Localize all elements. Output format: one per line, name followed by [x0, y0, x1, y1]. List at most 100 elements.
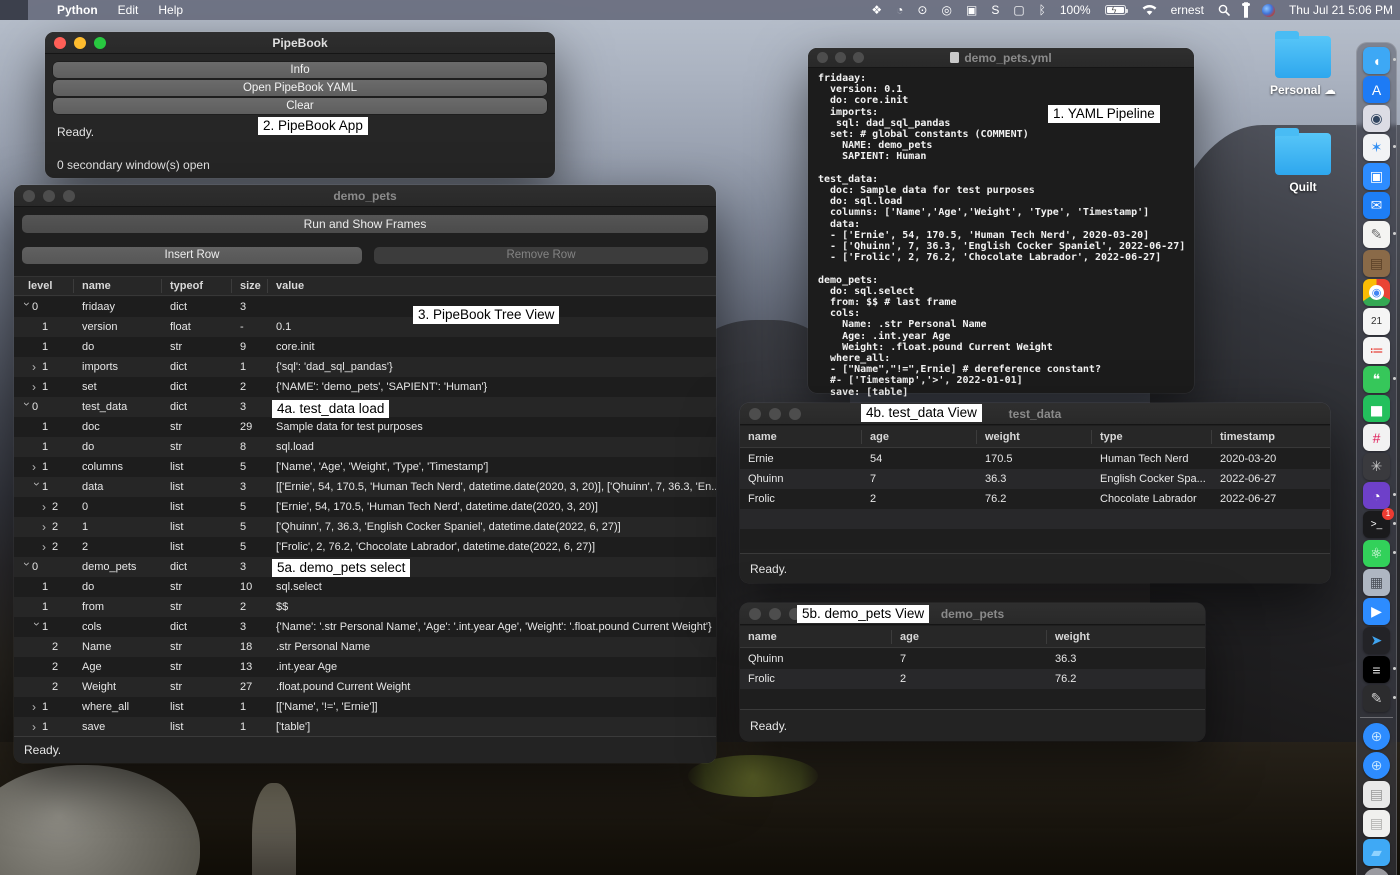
column-header-value[interactable]: value	[268, 279, 716, 293]
dock-github-icon[interactable]: ◔	[1363, 482, 1390, 509]
zoom-button[interactable]	[853, 52, 864, 63]
disclosure-right-icon[interactable]: ›	[32, 362, 42, 372]
column-header-level[interactable]: level	[14, 279, 74, 293]
desktop-folder-quilt[interactable]: Quilt	[1264, 133, 1342, 194]
tree-row[interactable]: 1versionfloat-0.1	[14, 317, 716, 337]
tree-row[interactable]: 1docstr29Sample data for test purposes	[14, 417, 716, 437]
disclosure-down-icon[interactable]: ›	[22, 302, 32, 312]
close-button[interactable]	[817, 52, 828, 63]
close-button[interactable]	[54, 37, 66, 49]
menu-help[interactable]: Help	[148, 3, 193, 17]
disclosure-down-icon[interactable]: ›	[22, 562, 32, 572]
table-row[interactable]: Qhuinn736.3English Cocker Spa...2022-06-…	[740, 469, 1330, 489]
tree-row[interactable]: 2Namestr18.str Personal Name	[14, 637, 716, 657]
open-pipebook-yaml-button[interactable]: Open PipeBook YAML	[53, 80, 547, 96]
dock-charts-green-icon[interactable]: ▅	[1363, 395, 1390, 422]
minimize-button[interactable]	[74, 37, 86, 49]
table-row[interactable]: Frolic276.2Chocolate Labrador2022-06-27	[740, 489, 1330, 509]
column-header-name[interactable]: name	[740, 430, 862, 444]
testdata-titlebar[interactable]: test_data	[740, 403, 1330, 425]
dock-atom-green-icon[interactable]: ⚛	[1363, 540, 1390, 567]
column-header-size[interactable]: size	[232, 279, 268, 293]
dock-web-link-2-icon[interactable]: ⊕	[1363, 752, 1390, 779]
dock-zoom-recorder-icon[interactable]: ▶	[1363, 598, 1390, 625]
clear-button[interactable]: Clear	[53, 98, 547, 114]
tree-row[interactable]: ›1setdict2{'NAME': 'demo_pets', 'SAPIENT…	[14, 377, 716, 397]
disclosure-right-icon[interactable]: ›	[42, 502, 52, 512]
dock-finder-icon[interactable]: ◖	[1363, 47, 1390, 74]
disclosure-down-icon[interactable]: ›	[22, 402, 32, 412]
dock-web-link-1-icon[interactable]: ⊕	[1363, 723, 1390, 750]
control-center-icon[interactable]	[1237, 3, 1255, 17]
zoom-button[interactable]	[94, 37, 106, 49]
dock-app-store-icon[interactable]: A	[1363, 76, 1390, 103]
tree-row[interactable]: 1dostr8sql.load	[14, 437, 716, 457]
tree-row[interactable]: ›1columnslist5['Name', 'Age', 'Weight', …	[14, 457, 716, 477]
dock-safari-icon[interactable]: ✶	[1363, 134, 1390, 161]
displays-icon[interactable]: ▢	[1006, 3, 1031, 17]
tree-row[interactable]: ›1savelist1['table']	[14, 717, 716, 737]
column-header-typeof[interactable]: typeof	[162, 279, 232, 293]
column-header-age[interactable]: age	[862, 430, 977, 444]
disclosure-right-icon[interactable]: ›	[42, 522, 52, 532]
tree-titlebar[interactable]: demo_pets	[14, 185, 716, 207]
table-row[interactable]: Frolic276.2	[740, 669, 1205, 689]
wifi-icon[interactable]	[1135, 5, 1164, 16]
dock-yaml-editor-icon[interactable]: ✎	[1363, 685, 1390, 712]
browser-sphere-icon[interactable]	[1255, 4, 1282, 17]
close-button[interactable]	[749, 408, 761, 420]
tree-row[interactable]: 2Agestr13.int.year Age	[14, 657, 716, 677]
disclosure-down-icon[interactable]: ›	[32, 622, 42, 632]
bluetooth-icon[interactable]: ᛒ	[1032, 3, 1053, 17]
dock-textedit-icon[interactable]: ✎	[1363, 221, 1390, 248]
disclosure-down-icon[interactable]: ›	[32, 482, 42, 492]
dock-messages-icon[interactable]: ❝	[1363, 366, 1390, 393]
close-button[interactable]	[749, 608, 761, 620]
column-header-name[interactable]: name	[740, 630, 892, 644]
column-header-age[interactable]: age	[892, 630, 1047, 644]
minimize-button[interactable]	[835, 52, 846, 63]
updates-icon[interactable]: ⊙	[910, 3, 934, 17]
zoom-button[interactable]	[789, 408, 801, 420]
tree-row[interactable]: 1dostr9core.init	[14, 337, 716, 357]
table-row[interactable]: Qhuinn736.3	[740, 649, 1205, 669]
column-header-timestamp[interactable]: timestamp	[1212, 430, 1330, 444]
dock-screenshot-icon[interactable]: ▦	[1363, 569, 1390, 596]
spotlight-search-icon[interactable]	[1211, 4, 1237, 16]
tree-row[interactable]: ›21list5['Qhuinn', 7, 36.3, 'English Coc…	[14, 517, 716, 537]
minimize-button[interactable]	[43, 190, 55, 202]
tree-row[interactable]: 1fromstr2$$	[14, 597, 716, 617]
yaml-titlebar[interactable]: demo_pets.yml	[808, 48, 1194, 68]
tree-row[interactable]: 1dostr10sql.select	[14, 577, 716, 597]
column-header-type[interactable]: type	[1092, 430, 1212, 444]
column-header-weight[interactable]: weight	[1047, 630, 1205, 644]
close-button[interactable]	[23, 190, 35, 202]
dock-slack-icon[interactable]: #	[1363, 424, 1390, 451]
disclosure-right-icon[interactable]: ›	[32, 462, 42, 472]
dock-chrome-icon[interactable]: ◉	[1363, 279, 1390, 306]
tree-row[interactable]: ›0fridaaydict3	[14, 297, 716, 317]
disclosure-right-icon[interactable]: ›	[32, 702, 42, 712]
info-button[interactable]: Info	[53, 62, 547, 78]
menubar-clock[interactable]: Thu Jul 21 5:06 PM	[1282, 3, 1400, 17]
minimize-button[interactable]	[769, 408, 781, 420]
tree-row[interactable]: ›22list5['Frolic', 2, 76.2, 'Chocolate L…	[14, 537, 716, 557]
disclosure-right-icon[interactable]: ›	[42, 542, 52, 552]
run-and-show-frames-button[interactable]: Run and Show Frames	[22, 215, 708, 233]
stage-manager-icon[interactable]: ▣	[959, 3, 984, 17]
dock-1password-icon[interactable]: ◉	[1363, 105, 1390, 132]
menu-python[interactable]: Python	[47, 3, 108, 17]
dock-trash-icon[interactable]: ♺	[1363, 868, 1390, 875]
activity-icon[interactable]: ◔	[889, 3, 910, 17]
dock-document-1-icon[interactable]: ▤	[1363, 781, 1390, 808]
dock-stack-black-icon[interactable]: ≡	[1363, 656, 1390, 683]
desktop-folder-personal[interactable]: Personal ☁	[1264, 36, 1342, 97]
remove-row-button[interactable]: Remove Row	[374, 247, 708, 264]
dropbox-icon[interactable]: ❖	[864, 3, 889, 17]
menu-edit[interactable]: Edit	[108, 3, 149, 17]
user-name[interactable]: ernest	[1164, 3, 1211, 17]
tree-row[interactable]: ›1colsdict3{'Name': '.str Personal Name'…	[14, 617, 716, 637]
dock-zoom-icon[interactable]: ▣	[1363, 163, 1390, 190]
table-row[interactable]: Ernie54170.5Human Tech Nerd2020-03-20	[740, 449, 1330, 469]
shortcuts-icon[interactable]: S	[984, 3, 1006, 17]
